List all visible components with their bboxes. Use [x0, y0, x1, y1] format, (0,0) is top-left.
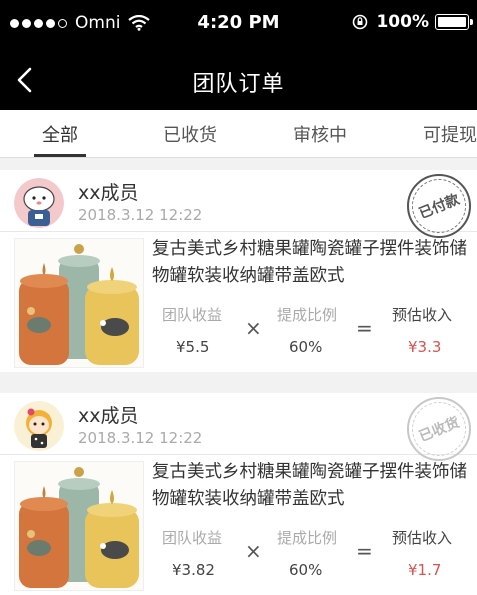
order-date: 2018.3.12 12:22: [78, 429, 203, 447]
rotation-lock-icon: [353, 14, 368, 30]
order-card[interactable]: xx成员 2018.3.12 12:22 已收货 复古美式乡村糖果罐陶瓷罐子摆件…: [0, 393, 477, 595]
member-name: xx成员: [78, 405, 139, 427]
status-stamp: 已收货: [403, 393, 475, 465]
commission-ratio-value: 60%: [289, 561, 323, 579]
tab-withdrawable[interactable]: 可提现: [423, 121, 477, 147]
tab-active-indicator: [34, 154, 86, 157]
equals-icon: =: [356, 316, 373, 340]
order-date: 2018.3.12 12:22: [78, 206, 203, 224]
tab-received[interactable]: 已收货: [163, 121, 217, 147]
product-image[interactable]: [14, 461, 144, 591]
tab-bar: 全部 已收货 审核中 可提现: [0, 110, 477, 158]
team-income-label: 团队收益: [162, 529, 223, 547]
estimated-income-label: 预估收入: [392, 306, 453, 324]
estimated-income-value: ¥1.7: [408, 561, 442, 579]
page-title: 团队订单: [192, 72, 285, 97]
multiply-icon: ×: [245, 316, 262, 340]
product-image[interactable]: [14, 238, 144, 368]
battery-icon: [435, 14, 473, 30]
battery-status: 100%: [352, 12, 473, 32]
status-stamp: 已付款: [403, 170, 475, 242]
order-card-body: 复古美式乡村糖果罐陶瓷罐子摆件装饰储物罐软装收纳罐带盖欧式 团队收益 提成比例 …: [0, 232, 477, 372]
equals-icon: =: [356, 539, 373, 563]
order-card-header: xx成员 2018.3.12 12:22 已收货: [0, 393, 477, 465]
status-bar: Omni 4:20 PM 100%: [0, 0, 477, 48]
multiply-icon: ×: [245, 539, 262, 563]
order-card[interactable]: xx成员 2018.3.12 12:22 已付款 复古美式乡村糖果罐陶瓷罐子摆件…: [0, 170, 477, 372]
commission-ratio-label: 提成比例: [277, 306, 338, 324]
estimated-income-label: 预估收入: [392, 529, 453, 547]
product-title[interactable]: 复古美式乡村糖果罐陶瓷罐子摆件装饰储物罐软装收纳罐带盖欧式: [152, 236, 470, 290]
estimated-income-value: ¥3.3: [408, 338, 442, 356]
tab-all[interactable]: 全部: [42, 121, 78, 147]
avatar: [14, 178, 64, 228]
team-income-value: ¥5.5: [176, 338, 210, 356]
team-income-value: ¥3.82: [172, 561, 215, 579]
avatar: [14, 401, 64, 451]
order-card-body: 复古美式乡村糖果罐陶瓷罐子摆件装饰储物罐软装收纳罐带盖欧式 团队收益 提成比例 …: [0, 455, 477, 595]
commission-ratio-label: 提成比例: [277, 529, 338, 547]
member-name: xx成员: [78, 182, 139, 204]
order-card-header: xx成员 2018.3.12 12:22 已付款: [0, 170, 477, 242]
nav-bar: 团队订单: [0, 48, 477, 110]
battery-percent: 100%: [376, 12, 429, 32]
status-stamp-text: 已付款: [416, 191, 462, 223]
tab-reviewing[interactable]: 审核中: [293, 121, 347, 147]
status-stamp-text: 已收货: [416, 414, 462, 446]
product-title[interactable]: 复古美式乡村糖果罐陶瓷罐子摆件装饰储物罐软装收纳罐带盖欧式: [152, 459, 470, 513]
team-income-label: 团队收益: [162, 306, 223, 324]
commission-ratio-value: 60%: [289, 338, 323, 356]
